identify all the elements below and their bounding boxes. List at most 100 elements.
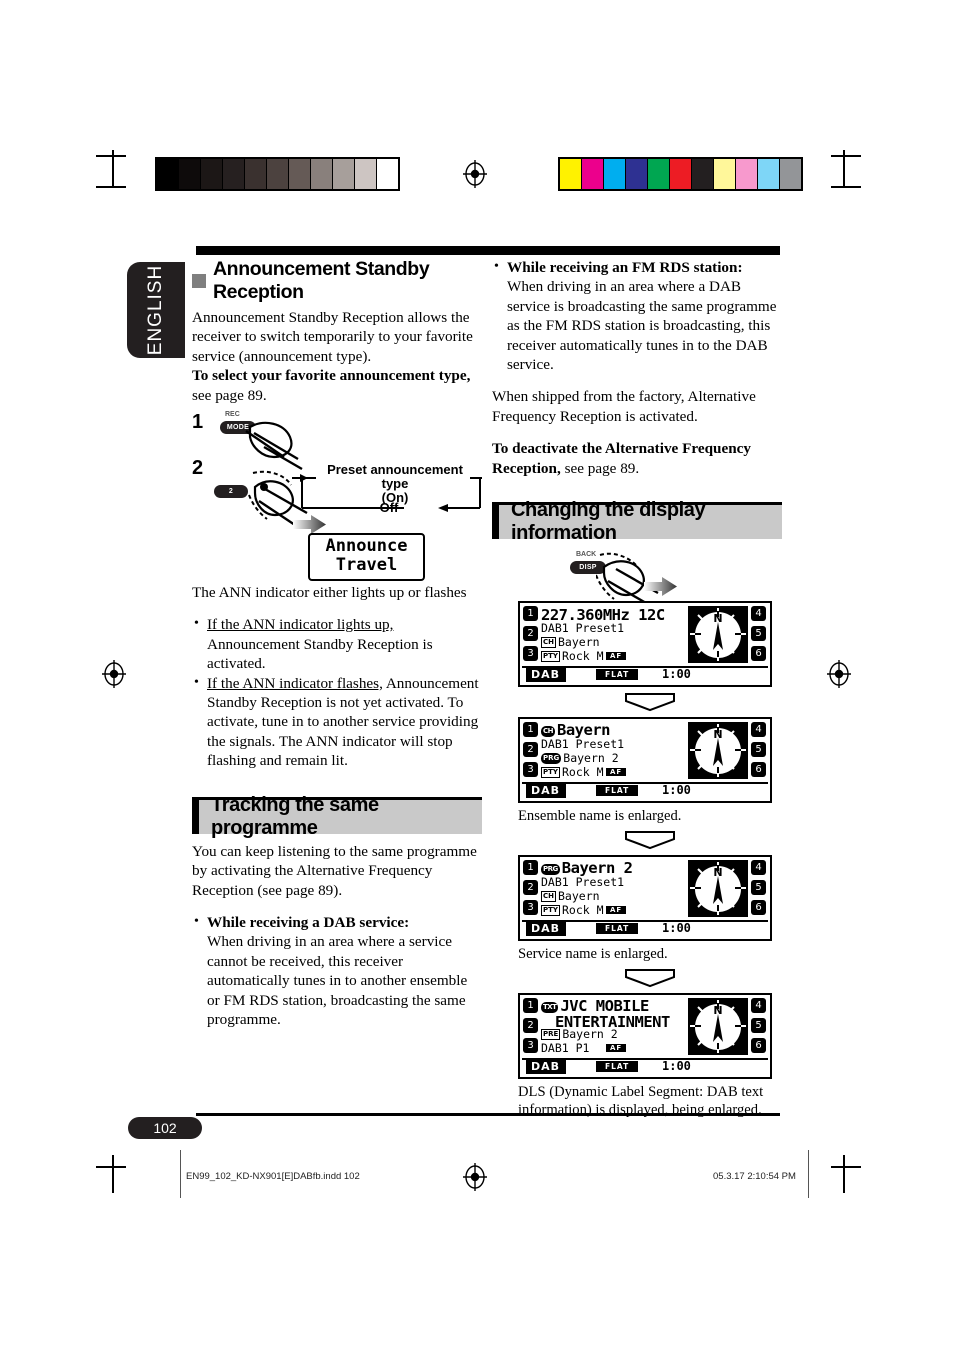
preset-number-button[interactable]: 6 <box>751 762 766 778</box>
clock-indicator: 1:00 <box>662 783 691 798</box>
lcd-line: PRE Bayern 2 <box>541 1027 618 1041</box>
lcd-line-text: Rock M <box>561 765 604 780</box>
tracking-programme-banner: Tracking the same programme <box>192 794 482 839</box>
tracking-programme-title: Tracking the same programme <box>211 793 379 839</box>
preset-number-button[interactable]: 3 <box>523 646 538 662</box>
color-calibration-bar <box>558 157 803 191</box>
arrow-down-icon <box>618 830 682 850</box>
crop-mark <box>96 186 126 188</box>
deactivate-tail: see page 89. <box>560 459 640 477</box>
back-button-caption: BACK <box>576 551 597 559</box>
lcd-line: PTY Rock M <box>541 903 604 917</box>
preset-buttons-left: 1 2 3 <box>523 606 539 662</box>
ann-indicator-paragraph: The ANN indicator either lights up or fl… <box>192 584 467 602</box>
calibration-swatch <box>311 159 333 189</box>
right-column: While receiving an FM RDS station: When … <box>492 257 782 1119</box>
compass-indicator: N <box>688 998 748 1056</box>
preset-number-button[interactable]: 4 <box>751 722 766 738</box>
calibration-swatch <box>179 159 201 189</box>
trim-line <box>808 1150 809 1198</box>
dab-bullet-bold: While receiving a DAB service: <box>207 913 410 931</box>
preset-number-button[interactable]: 2 <box>523 626 538 642</box>
lcd-tag-pre: PRE <box>541 1029 561 1041</box>
preset-buttons-left: 1 2 3 <box>523 722 539 778</box>
manual-page: ENGLISH Announcement Standby Reception A… <box>0 0 954 1351</box>
preset-number-button[interactable]: 6 <box>751 1038 766 1054</box>
calibration-swatch <box>157 159 179 189</box>
display-sequence: 1 2 3 4 5 6 227.360MHz 12C DAB1 Preset1 CH Bayern… <box>518 601 782 1119</box>
lcd-line: DAB1 Preset1 <box>541 737 624 751</box>
lcd-tag-txt: TXT <box>541 1002 559 1014</box>
preset-number-button[interactable]: 5 <box>751 626 766 642</box>
lcd-line-text: Bayern <box>558 889 600 904</box>
lcd-display-panel: 1 2 3 4 5 6 TXT JVC MOBILE ENTERTAINMENT PRE Bayer… <box>518 993 772 1080</box>
section-heading-text: Announcement Standby Reception <box>213 258 430 303</box>
lcd-line-text: Rock M <box>561 649 604 664</box>
registration-target-icon <box>463 1163 487 1191</box>
list-item: If the ANN indicator lights up, Announce… <box>192 614 482 673</box>
lcd-line-text: DAB1 Preset1 <box>541 875 625 890</box>
calibration-swatch <box>648 159 670 189</box>
announce-travel-display: Announce Travel <box>308 533 425 582</box>
lcd-line: PTY Rock M <box>541 765 604 779</box>
clock-indicator: 1:00 <box>662 921 691 936</box>
lcd-status-bar: DAB FLAT 1:00 <box>522 920 768 937</box>
preset-number-button[interactable]: 3 <box>523 762 538 778</box>
preset-number-button[interactable]: 2 <box>523 1018 538 1034</box>
announcement-standby-heading: Announcement Standby Reception <box>192 258 482 304</box>
preset-number-button[interactable]: 5 <box>751 1018 766 1034</box>
preset-number-button[interactable]: 3 <box>523 1038 538 1054</box>
compass-indicator: N <box>688 722 748 780</box>
flow-top-label: Preset announcement type (On) <box>316 463 474 505</box>
lcd-status-bar: DAB FLAT 1:00 <box>522 782 768 799</box>
preset-number-button[interactable]: 6 <box>751 900 766 916</box>
compass-north-label: N <box>713 866 723 880</box>
lcd-line: DAB1 Preset1 <box>541 621 624 635</box>
calibration-swatch <box>670 159 692 189</box>
preset-number-button[interactable]: 4 <box>751 606 766 622</box>
lcd-line-text: DAB1 Preset1 <box>541 737 625 752</box>
lcd-display-panel: 1 2 3 4 5 6 227.360MHz 12C DAB1 Preset1 CH Bayern… <box>518 601 772 688</box>
lcd-tag-ch: CH <box>541 637 556 649</box>
display-step: 1 2 3 4 5 6 CH Bayern DAB1 Preset1 PRG Bayern 2 PTY… <box>518 692 782 825</box>
lcd-line: PTY Rock M <box>541 649 604 663</box>
preset-number-button[interactable]: 1 <box>523 998 538 1014</box>
lcd-tag-pty: PTY <box>541 767 560 779</box>
preset-number-button[interactable]: 6 <box>751 646 766 662</box>
lcd-status-bar: DAB FLAT 1:00 <box>522 1058 768 1075</box>
preset-2-button-label: 2 <box>228 488 234 496</box>
preset-number-button[interactable]: 5 <box>751 742 766 758</box>
preset-number-button[interactable]: 4 <box>751 860 766 876</box>
fm-bullet-bold: While receiving an FM RDS station: <box>507 259 743 276</box>
clock-indicator: 1:00 <box>662 667 691 682</box>
ann-indicator-bullets: If the ANN indicator lights up, Announce… <box>192 614 482 770</box>
calibration-swatch <box>736 159 758 189</box>
lcd-display-panel: 1 2 3 4 5 6 PRG Bayern 2 DAB1 Preset1 CH Bayern PTY… <box>518 855 772 942</box>
lcd-status-bar: DAB FLAT 1:00 <box>522 666 768 683</box>
preset-number-button[interactable]: 1 <box>523 722 538 738</box>
arrow-down-icon <box>618 968 682 988</box>
display-info-banner: Changing the display information <box>492 499 782 544</box>
calibration-swatch <box>604 159 626 189</box>
preset-2-button[interactable]: 2 <box>214 485 248 499</box>
display-caption: Ensemble name is enlarged. <box>518 808 682 825</box>
lcd-tag-pty: PTY <box>541 905 560 917</box>
preset-buttons-right: 4 5 6 <box>751 722 767 778</box>
preset-number-button[interactable]: 1 <box>523 860 538 876</box>
flow-off-label: Off <box>379 500 399 516</box>
preset-number-button[interactable]: 1 <box>523 606 538 622</box>
preset-number-button[interactable]: 4 <box>751 998 766 1014</box>
lcd-tag-ch: CH <box>541 891 556 903</box>
announcement-paragraph: Announcement Standby Reception allows th… <box>192 309 473 365</box>
preset-number-button[interactable]: 5 <box>751 880 766 896</box>
square-bullet-icon <box>192 274 206 288</box>
source-indicator: DAB <box>526 1059 567 1075</box>
preset-number-button[interactable]: 2 <box>523 880 538 896</box>
page-number-text: 102 <box>153 1120 177 1136</box>
preset-number-button[interactable]: 2 <box>523 742 538 758</box>
rec-button-caption: REC <box>225 411 240 419</box>
preset-number-button[interactable]: 3 <box>523 900 538 916</box>
lcd-line-text: DAB1 P1 <box>541 1041 590 1056</box>
compass-north-label: N <box>713 612 723 626</box>
lcd-line-text: Bayern <box>558 635 600 650</box>
